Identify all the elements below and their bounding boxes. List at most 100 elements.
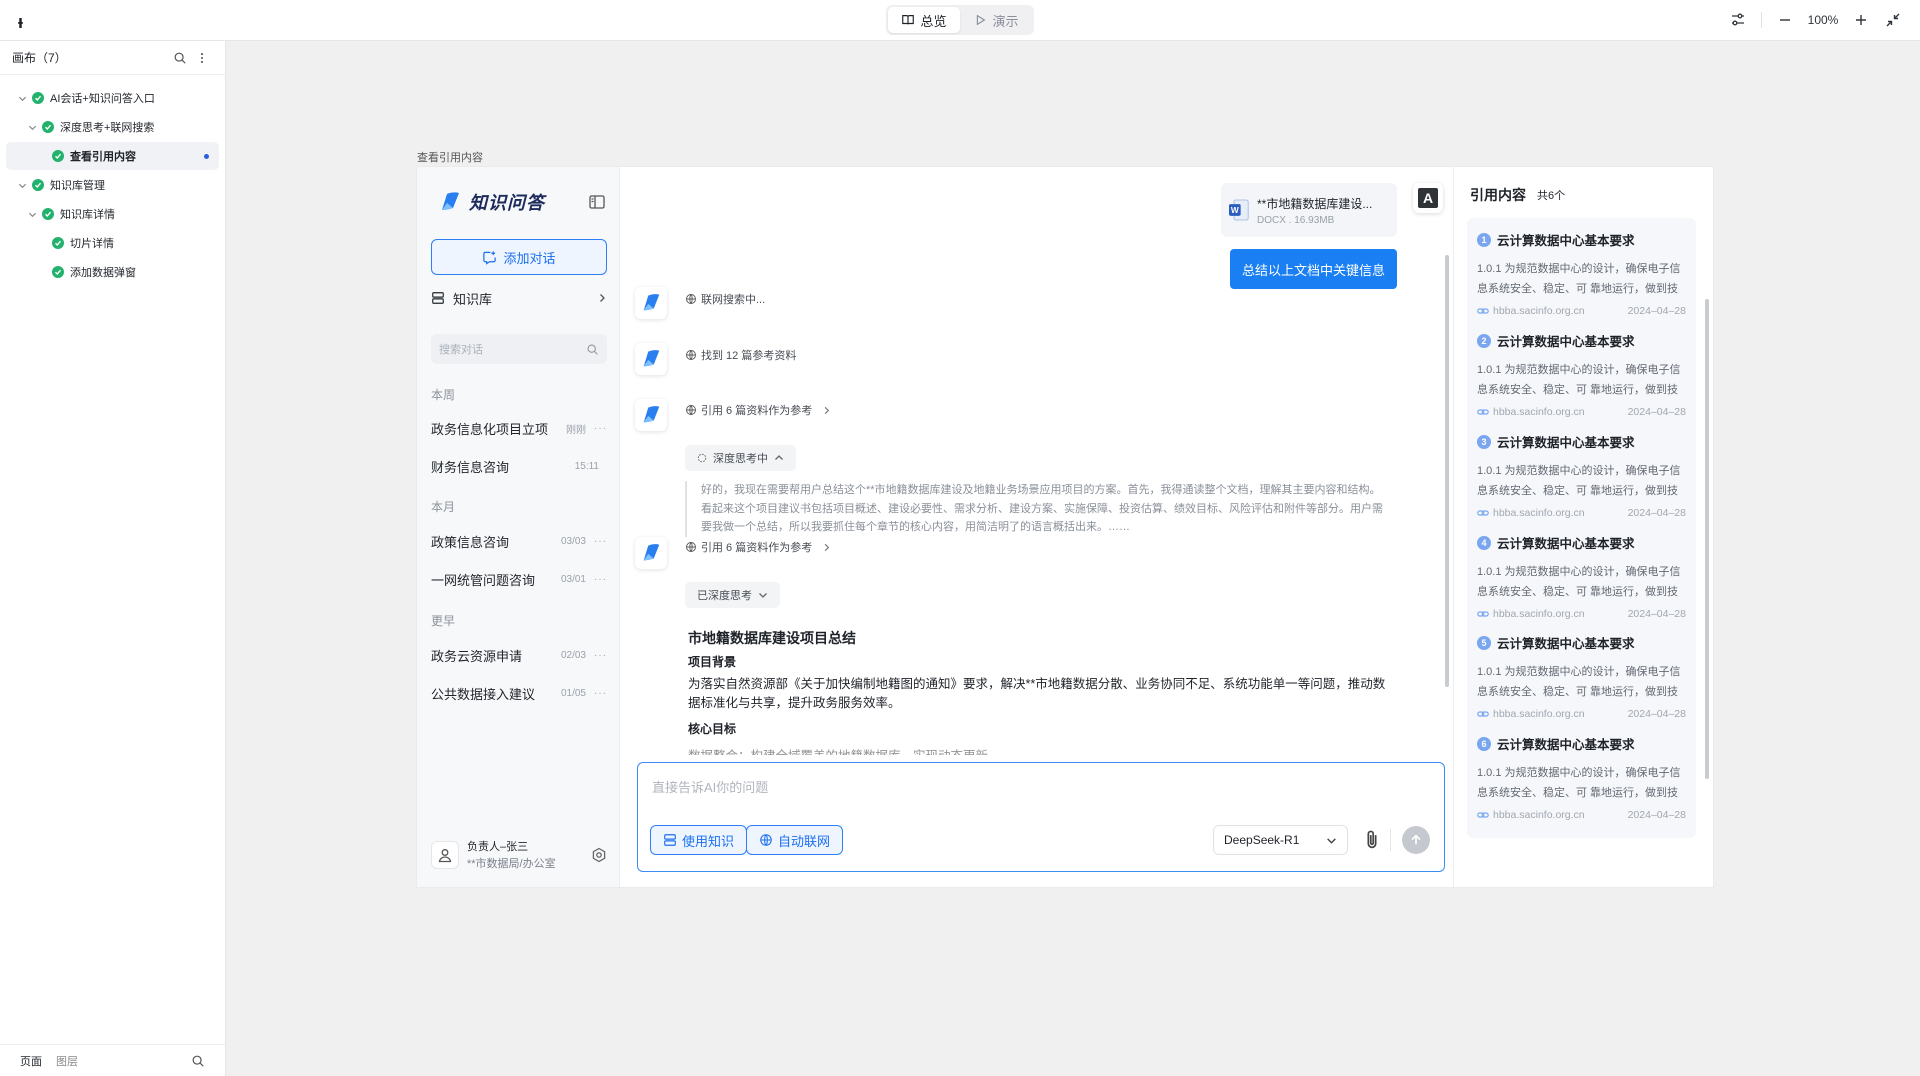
citation-card[interactable]: 1 云计算数据中心基本要求 1.0.1 为规范数据中心的设计，确保电子信息系统安全、… (1467, 218, 1696, 334)
settings-sliders-button[interactable] (1725, 8, 1751, 32)
zoom-level[interactable]: 100% (1804, 13, 1842, 27)
citation-card[interactable]: 3 云计算数据中心基本要求 1.0.1 为规范数据中心的设计，确保电子信息系统安全、… (1467, 420, 1696, 536)
conversation-item[interactable]: 政策信息咨询 03/03 ··· (431, 530, 607, 552)
tree-node[interactable]: 知识库管理 (6, 171, 219, 199)
citation-footer: hbba.sacinfo.org.cn 2024–04–28 (1477, 809, 1686, 821)
answer-paragraph: 为落实自然资源部《关于加快编制地籍图的通知》要求，解决**市地籍数据分散、业务协… (688, 677, 1386, 710)
conversation-search-input[interactable]: 搜索对话 (431, 334, 607, 364)
chevron-right-icon (600, 294, 605, 302)
conversation-date: 03/01 (560, 573, 586, 585)
citation-card[interactable]: 5 云计算数据中心基本要求 1.0.1 为规范数据中心的设计，确保电子信息系统安全、… (1467, 621, 1696, 737)
conversation-item[interactable]: 一网统管问题咨询 03/01 ··· (431, 568, 607, 590)
auto-web-button[interactable]: 自动联网 (746, 825, 844, 855)
citation-source[interactable]: hbba.sacinfo.org.cn (1493, 507, 1585, 519)
link-icon (1477, 409, 1489, 415)
citation-source[interactable]: hbba.sacinfo.org.cn (1493, 406, 1585, 418)
citation-source[interactable]: hbba.sacinfo.org.cn (1493, 809, 1585, 821)
conversation-date: 03/03 (560, 535, 586, 547)
auto-web-label: 自动联网 (778, 833, 831, 849)
search-icon[interactable] (191, 1054, 205, 1068)
loading-spinner-icon (697, 453, 707, 463)
tab-layers[interactable]: 图层 (56, 1053, 78, 1069)
answer-paragraph-cut: 数据整合：构建全域覆盖的地籍数据库，实现动态更新 (688, 745, 988, 755)
citation-source[interactable]: hbba.sacinfo.org.cn (1493, 708, 1585, 720)
tree-node[interactable]: 添加数据弹窗 (6, 258, 219, 286)
more-icon[interactable]: ··· (594, 536, 607, 547)
citation-date: 2024–04–28 (1627, 608, 1686, 620)
model-select[interactable]: DeepSeek-R1 (1213, 825, 1348, 855)
user-profile[interactable]: 负责人–张三 **市数据局/办公室 (431, 837, 607, 873)
citation-source[interactable]: hbba.sacinfo.org.cn (1493, 305, 1585, 317)
knowledge-base-link[interactable]: 知识库 (431, 287, 607, 309)
citation-card[interactable]: 4 云计算数据中心基本要求 1.0.1 为规范数据中心的设计，确保电子信息系统安全、… (1467, 521, 1696, 637)
chevron-down-icon[interactable] (26, 121, 38, 133)
citation-source[interactable]: hbba.sacinfo.org.cn (1493, 608, 1585, 620)
citation-card[interactable]: 6 云计算数据中心基本要求 1.0.1 为规范数据中心的设计，确保电子信息系统安全、… (1467, 722, 1696, 838)
thought-label: 已深度思考 (697, 590, 752, 602)
user-org: **市数据局/办公室 (467, 858, 556, 870)
conversation-item[interactable]: 财务信息咨询 15:11 (431, 455, 607, 477)
message-composer[interactable]: 直接告诉AI你的问题 使用知识 自动联网 DeepSeek-R1 (637, 762, 1445, 872)
deep-thinking-toggle[interactable]: 深度思考中 (685, 445, 796, 471)
attachment-icon[interactable] (1362, 829, 1382, 851)
translate-button[interactable]: A (1413, 183, 1443, 213)
citation-card[interactable]: 2 云计算数据中心基本要求 1.0.1 为规范数据中心的设计，确保电子信息系统安全、… (1467, 319, 1696, 435)
chevron-down-icon (1327, 837, 1336, 844)
chevron-down-icon[interactable] (26, 208, 38, 220)
deep-thought-toggle[interactable]: 已深度思考 (685, 582, 780, 608)
citation-date: 2024–04–28 (1627, 406, 1686, 418)
collapse-view-button[interactable] (1880, 8, 1906, 32)
layers-search-button[interactable] (169, 47, 191, 69)
settings-icon[interactable] (591, 847, 607, 863)
conversation-item[interactable]: 政务信息化项目立项 刚刚 ··· (431, 417, 607, 439)
use-knowledge-button[interactable]: 使用知识 (650, 825, 748, 855)
tree-node[interactable]: 切片详情 (6, 229, 219, 257)
thinking-content: 好的，我现在需要帮用户总结这个**市地籍数据库建设及地籍业务场景应用项目的方案。… (685, 481, 1385, 537)
layers-more-button[interactable] (191, 47, 213, 69)
more-icon[interactable]: ··· (594, 423, 607, 434)
active-dot (204, 153, 209, 159)
tab-pages[interactable]: 页面 (20, 1053, 42, 1069)
send-button[interactable] (1402, 826, 1430, 854)
toolbar-right: 100% (1725, 8, 1906, 32)
globe-icon (760, 834, 772, 846)
citation-status-link[interactable]: 引用 6 篇资料作为参考 (685, 402, 831, 418)
zoom-in-button[interactable] (1848, 8, 1874, 32)
more-icon[interactable]: ··· (594, 688, 607, 699)
conversation-item[interactable]: 公共数据接入建议 01/05 ··· (431, 682, 607, 704)
layers-header: 画布（7） (0, 41, 225, 75)
more-icon[interactable]: ··· (594, 650, 607, 661)
citation-excerpt: 1.0.1 为规范数据中心的设计，确保电子信息系统安全、稳定、可 靠地运行，做到… (1477, 263, 1681, 295)
citations-scrollbar[interactable] (1705, 299, 1709, 779)
bot-avatar (635, 537, 667, 569)
present-tab[interactable]: 演示 (960, 7, 1032, 33)
file-name: **市地籍数据库建设... (1257, 196, 1373, 211)
globe-icon (686, 542, 696, 552)
tree-node[interactable]: 知识库详情 (6, 200, 219, 228)
zoom-out-button[interactable] (1772, 8, 1798, 32)
tree-node[interactable]: AI会话+知识问答入口 (6, 84, 219, 112)
status-text: 引用 6 篇资料作为参考 (701, 405, 813, 417)
app-logo[interactable]: ᵻ (18, 12, 23, 33)
citation-status-link[interactable]: 引用 6 篇资料作为参考 (685, 539, 831, 555)
add-chat-button[interactable]: 添加对话 (431, 239, 607, 275)
check-circle-icon (42, 121, 54, 133)
chevron-down-icon[interactable] (16, 92, 28, 104)
more-icon[interactable]: ··· (594, 574, 607, 585)
sidebar-collapse-icon[interactable] (589, 195, 605, 209)
chat-scrollbar[interactable] (1445, 255, 1449, 687)
overview-tab[interactable]: 总览 (888, 7, 960, 33)
globe-icon (686, 405, 696, 415)
frame-label[interactable]: 查看引用内容 (417, 149, 483, 165)
globe-icon (686, 350, 696, 360)
link-icon (1477, 611, 1489, 617)
chevron-down-icon[interactable] (16, 179, 28, 191)
chat-sidebar: 知识问答 添加对话 知识库 搜索对话 本周 政务信息化项目立项 刚刚 ··· 财务信… (417, 167, 620, 887)
tree-node[interactable]: 深度思考+联网搜索 (6, 113, 219, 141)
file-meta: DOCX . 16.93MB (1257, 214, 1335, 226)
tree-node[interactable]: 查看引用内容 (6, 142, 219, 170)
conversation-item[interactable]: 政务云资源申请 02/03 ··· (431, 644, 607, 666)
group-this-week: 本周 (431, 388, 456, 402)
attached-file-card[interactable]: W **市地籍数据库建设... DOCX . 16.93MB (1221, 183, 1397, 237)
citation-title: 云计算数据中心基本要求 (1497, 335, 1635, 349)
